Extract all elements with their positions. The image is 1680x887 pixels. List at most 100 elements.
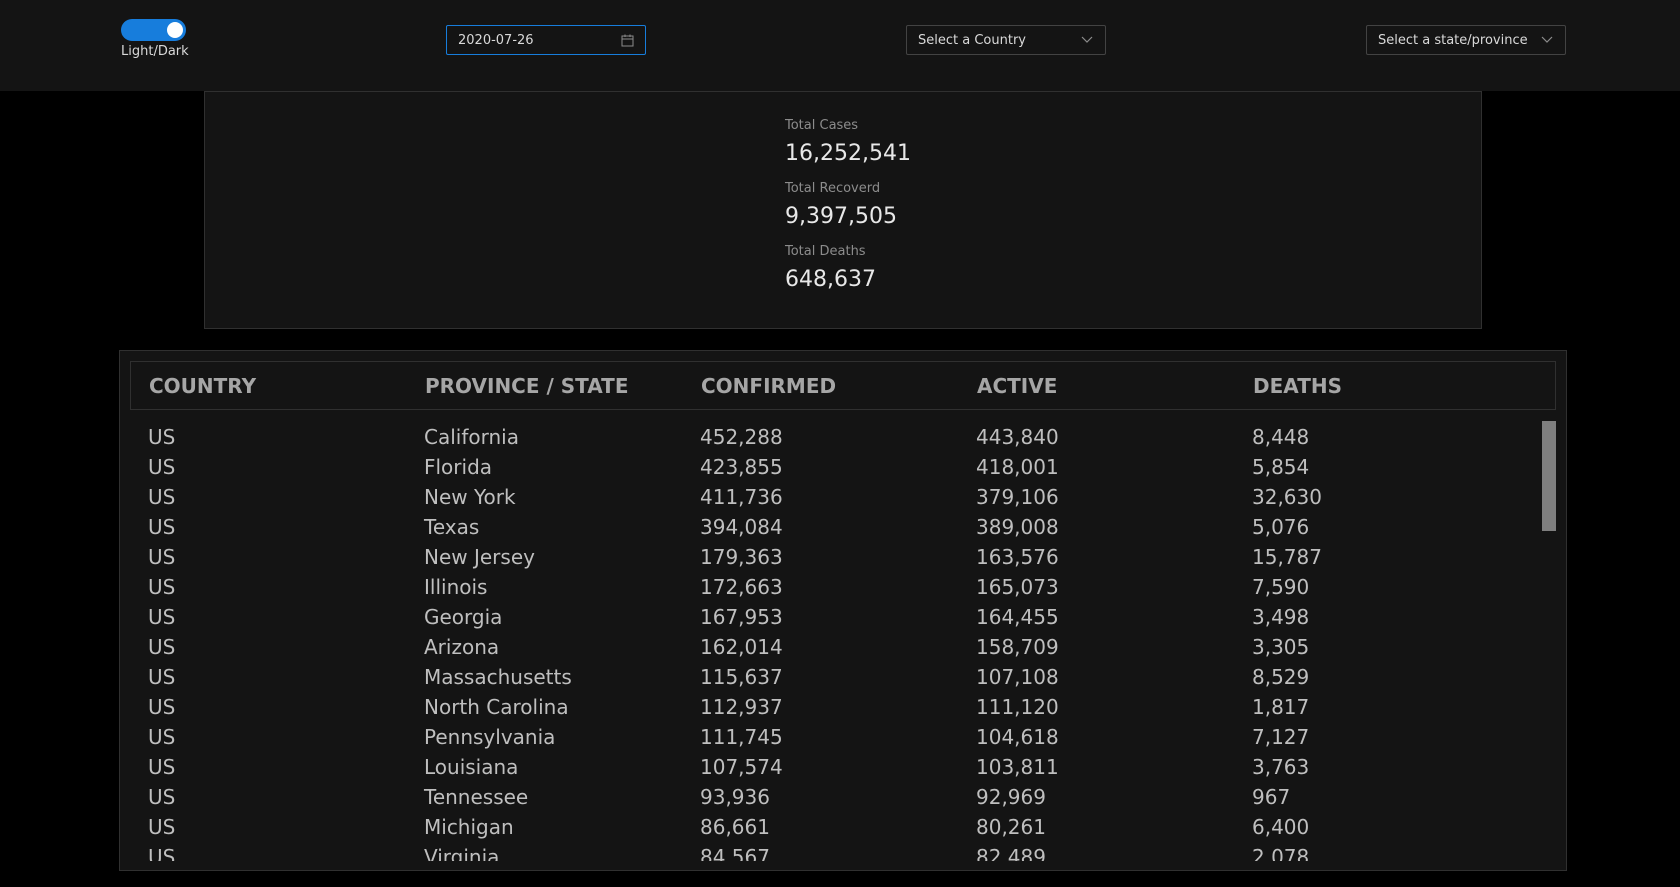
cell-country: US [148, 815, 176, 839]
cell-active: 389,008 [976, 515, 1059, 539]
cell-country: US [148, 425, 176, 449]
cell-active: 379,106 [976, 485, 1059, 509]
cell-country: US [148, 605, 176, 629]
cell-deaths: 7,127 [1252, 725, 1310, 749]
cell-deaths: 2,078 [1252, 845, 1310, 861]
cell-active: 158,709 [976, 635, 1059, 659]
scrollbar-thumb[interactable] [1542, 421, 1556, 531]
cell-province-state: Georgia [424, 605, 503, 629]
cell-province-state: Pennsylvania [424, 725, 556, 749]
cell-deaths: 1,817 [1252, 695, 1310, 719]
cell-active: 103,811 [976, 755, 1059, 779]
theme-toggle-switch[interactable] [121, 19, 186, 41]
date-picker[interactable]: 2020-07-26 [446, 25, 646, 55]
cell-country: US [148, 455, 176, 479]
table-row[interactable]: US Michigan 86,661 80,261 6,400 [120, 811, 1550, 841]
cell-deaths: 3,305 [1252, 635, 1310, 659]
table-row[interactable]: US Pennsylvania 111,745 104,618 7,127 [120, 721, 1550, 751]
cell-confirmed: 84,567 [700, 845, 770, 861]
cell-confirmed: 411,736 [700, 485, 783, 509]
total-recovered-value: 9,397,505 [785, 204, 897, 229]
calendar-icon [620, 33, 634, 47]
cell-province-state: Massachusetts [424, 665, 572, 689]
cell-active: 443,840 [976, 425, 1059, 449]
table-row[interactable]: US North Carolina 112,937 111,120 1,817 [120, 691, 1550, 721]
cell-deaths: 7,590 [1252, 575, 1310, 599]
table-row[interactable]: US Georgia 167,953 164,455 3,498 [120, 601, 1550, 631]
cell-province-state: California [424, 425, 519, 449]
table-row[interactable]: US Louisiana 107,574 103,811 3,763 [120, 751, 1550, 781]
cell-confirmed: 167,953 [700, 605, 783, 629]
cell-country: US [148, 485, 176, 509]
table-row[interactable]: US Texas 394,084 389,008 5,076 [120, 511, 1550, 541]
table-row[interactable]: US Illinois 172,663 165,073 7,590 [120, 571, 1550, 601]
cell-deaths: 3,498 [1252, 605, 1310, 629]
table-scrollbar[interactable] [1542, 421, 1556, 861]
table-row[interactable]: US Massachusetts 115,637 107,108 8,529 [120, 661, 1550, 691]
state-select[interactable]: Select a state/province [1366, 25, 1566, 55]
cell-confirmed: 112,937 [700, 695, 783, 719]
table-row[interactable]: US Arizona 162,014 158,709 3,305 [120, 631, 1550, 661]
table-body[interactable]: US California 452,288 443,840 8,448 US F… [120, 421, 1550, 861]
theme-toggle-label: Light/Dark [121, 44, 189, 59]
column-header-province-state[interactable]: PROVINCE / STATE [425, 374, 628, 398]
cell-province-state: Illinois [424, 575, 488, 599]
table-row[interactable]: US California 452,288 443,840 8,448 [120, 421, 1550, 451]
cell-active: 80,261 [976, 815, 1046, 839]
cell-confirmed: 394,084 [700, 515, 783, 539]
cell-province-state: Virginia [424, 845, 500, 861]
cell-active: 111,120 [976, 695, 1059, 719]
table-row[interactable]: US New York 411,736 379,106 32,630 [120, 481, 1550, 511]
total-cases-label: Total Cases [785, 118, 859, 133]
cell-province-state: Louisiana [424, 755, 519, 779]
cell-deaths: 8,529 [1252, 665, 1310, 689]
column-header-deaths[interactable]: DEATHS [1253, 374, 1342, 398]
cell-country: US [148, 635, 176, 659]
table-row[interactable]: US Virginia 84,567 82,489 2,078 [120, 841, 1550, 861]
cell-country: US [148, 755, 176, 779]
cell-active: 92,969 [976, 785, 1046, 809]
country-select[interactable]: Select a Country [906, 25, 1106, 55]
cell-active: 164,455 [976, 605, 1059, 629]
cell-deaths: 6,400 [1252, 815, 1310, 839]
total-recovered-label: Total Recoverd [785, 181, 881, 196]
cell-province-state: New Jersey [424, 545, 535, 569]
cell-confirmed: 452,288 [700, 425, 783, 449]
cell-province-state: Tennessee [424, 785, 529, 809]
cell-active: 107,108 [976, 665, 1059, 689]
cell-province-state: Texas [424, 515, 480, 539]
data-table: COUNTRY PROVINCE / STATE CONFIRMED ACTIV… [119, 350, 1567, 871]
cell-confirmed: 93,936 [700, 785, 770, 809]
column-header-active[interactable]: ACTIVE [977, 374, 1057, 398]
cell-confirmed: 162,014 [700, 635, 783, 659]
cell-country: US [148, 725, 176, 749]
cell-deaths: 3,763 [1252, 755, 1310, 779]
cell-country: US [148, 785, 176, 809]
table-row[interactable]: US Florida 423,855 418,001 5,854 [120, 451, 1550, 481]
chevron-down-icon [1540, 33, 1554, 47]
cell-confirmed: 86,661 [700, 815, 770, 839]
cell-deaths: 5,854 [1252, 455, 1310, 479]
cell-deaths: 5,076 [1252, 515, 1310, 539]
cell-active: 163,576 [976, 545, 1059, 569]
total-cases-stat: Total Cases 16,252,541 [785, 118, 911, 166]
table-row[interactable]: US New Jersey 179,363 163,576 15,787 [120, 541, 1550, 571]
theme-toggle-group: Light/Dark [121, 19, 201, 59]
cell-confirmed: 107,574 [700, 755, 783, 779]
cell-country: US [148, 665, 176, 689]
total-deaths-stat: Total Deaths 648,637 [785, 244, 876, 292]
state-select-placeholder: Select a state/province [1378, 32, 1528, 48]
cell-province-state: New York [424, 485, 516, 509]
cell-deaths: 8,448 [1252, 425, 1310, 449]
top-toolbar: Light/Dark 2020-07-26 Select a Country S… [0, 0, 1680, 91]
cell-province-state: Arizona [424, 635, 500, 659]
cell-country: US [148, 845, 176, 861]
toggle-knob [167, 22, 183, 38]
column-header-confirmed[interactable]: CONFIRMED [701, 374, 836, 398]
cell-province-state: North Carolina [424, 695, 569, 719]
country-select-placeholder: Select a Country [918, 32, 1026, 48]
cell-confirmed: 115,637 [700, 665, 783, 689]
column-header-country[interactable]: COUNTRY [149, 374, 256, 398]
table-row[interactable]: US Tennessee 93,936 92,969 967 [120, 781, 1550, 811]
cell-active: 418,001 [976, 455, 1059, 479]
